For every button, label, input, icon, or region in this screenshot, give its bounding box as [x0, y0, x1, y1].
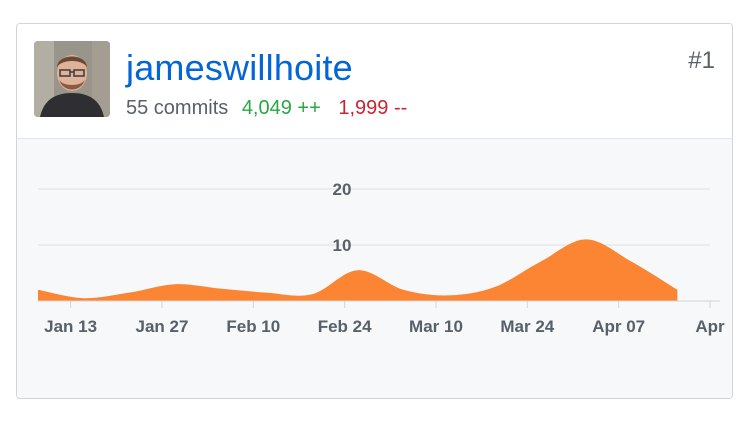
x-tick-label: Apr [695, 317, 725, 336]
x-tick-label: Apr 07 [592, 317, 645, 336]
contributor-card: jameswillhoite 55 commits 4,049 ++ 1,999… [16, 23, 733, 399]
x-tick-label: Mar 24 [500, 317, 554, 336]
x-tick-label: Jan 13 [44, 317, 97, 336]
commit-count[interactable]: 55 commits [126, 97, 228, 119]
contribution-stats: 55 commits 4,049 ++ 1,999 -- [126, 96, 407, 120]
contribution-chart: 20 10 Jan 13 Jan 27 Feb 10 Feb 24 Mar 10 Mar 24… [38, 180, 725, 336]
x-tick-label: Feb 10 [226, 317, 280, 336]
deletions-count: 1,999 -- [338, 97, 408, 119]
additions-count: 4,049 ++ [241, 97, 321, 119]
x-tick-label: Mar 10 [409, 317, 463, 336]
contributor-rank: #1 [688, 47, 715, 74]
contribution-graph: 20 10 Jan 13 Jan 27 Feb 10 Feb 24 Mar 10 Mar 24… [17, 139, 732, 398]
contributor-header: jameswillhoite 55 commits 4,049 ++ 1,999… [17, 24, 732, 139]
commit-area-series [38, 239, 678, 301]
avatar[interactable] [34, 41, 110, 117]
y-tick-label: 20 [333, 180, 352, 199]
y-tick-label: 10 [333, 236, 352, 255]
x-tick-label: Jan 27 [135, 317, 188, 336]
x-tick-label: Feb 24 [318, 317, 372, 336]
username-link[interactable]: jameswillhoite [126, 46, 353, 90]
